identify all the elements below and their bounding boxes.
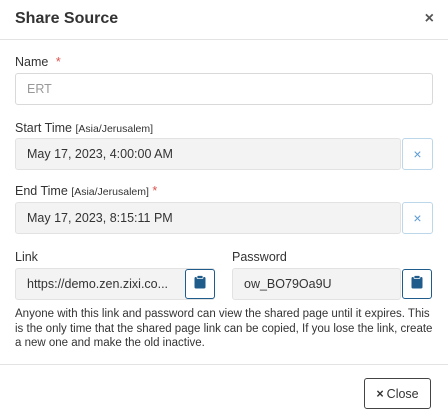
copy-password-button[interactable] [402,269,432,299]
link-label: Link [15,250,38,264]
end-time-input[interactable]: May 17, 2023, 8:15:11 PM [15,202,401,234]
copy-link-button[interactable] [185,269,215,299]
password-input[interactable]: ow_BO79Oa9U [232,268,401,300]
dialog-title: Share Source [15,10,119,27]
end-time-label: End Time [Asia/Jerusalem] * [15,184,157,198]
clipboard-icon [194,274,206,294]
end-time-timezone: [Asia/Jerusalem] [71,186,149,198]
password-label: Password [232,250,287,264]
name-label: Name * [15,55,61,69]
close-icon: × [413,146,422,162]
share-source-dialog: Share Source × Name * ERT Start Time [As… [0,0,448,419]
clipboard-icon [411,274,423,294]
name-input[interactable]: ERT [15,73,433,105]
share-note: Anyone with this link and password can v… [15,308,433,349]
start-time-input[interactable]: May 17, 2023, 4:00:00 AM [15,138,401,170]
close-button[interactable]: × Close [364,378,431,409]
close-icon: × [376,386,384,401]
start-time-timezone: [Asia/Jerusalem] [75,123,154,135]
start-time-label: Start Time [Asia/Jerusalem] [15,121,153,135]
end-time-label-text: End Time [15,184,68,198]
start-time-label-text: Start Time [15,121,72,135]
dialog-header: Share Source × [0,0,448,40]
name-label-text: Name [15,55,49,69]
required-mark: * [152,184,158,198]
required-mark: * [55,55,61,69]
footer-divider [0,364,448,365]
close-button-label: Close [386,386,419,401]
close-icon[interactable]: × [425,11,434,27]
end-time-clear-button[interactable]: × [402,202,433,234]
close-icon: × [413,210,422,226]
start-time-clear-button[interactable]: × [402,138,433,170]
